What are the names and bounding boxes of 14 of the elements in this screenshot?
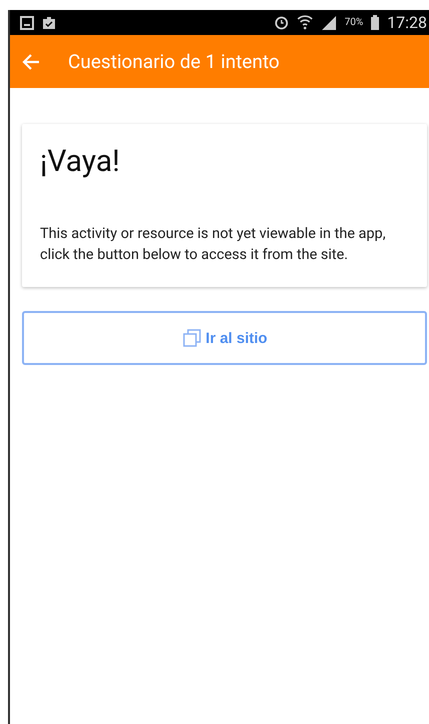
back-arrow-icon[interactable] — [22, 52, 40, 70]
battery-percent: 70% — [344, 17, 364, 28]
notification-icon — [20, 16, 34, 30]
battery-icon — [371, 15, 380, 30]
card-heading: ¡Vaya! — [40, 144, 121, 179]
signal-icon — [320, 15, 337, 30]
copy-icon — [182, 328, 202, 348]
clipboard-icon — [42, 16, 56, 30]
wifi-icon — [296, 15, 313, 30]
card-message: This activity or resource is not yet viewable in the app, click the button below to access it from the site. — [40, 224, 387, 265]
page-title: Cuestionario de 1 intento — [68, 50, 280, 73]
clock-time: 17:28 — [387, 13, 427, 32]
open-site-button[interactable]: Ir al sitio — [22, 311, 427, 365]
alarm-icon — [274, 15, 289, 30]
